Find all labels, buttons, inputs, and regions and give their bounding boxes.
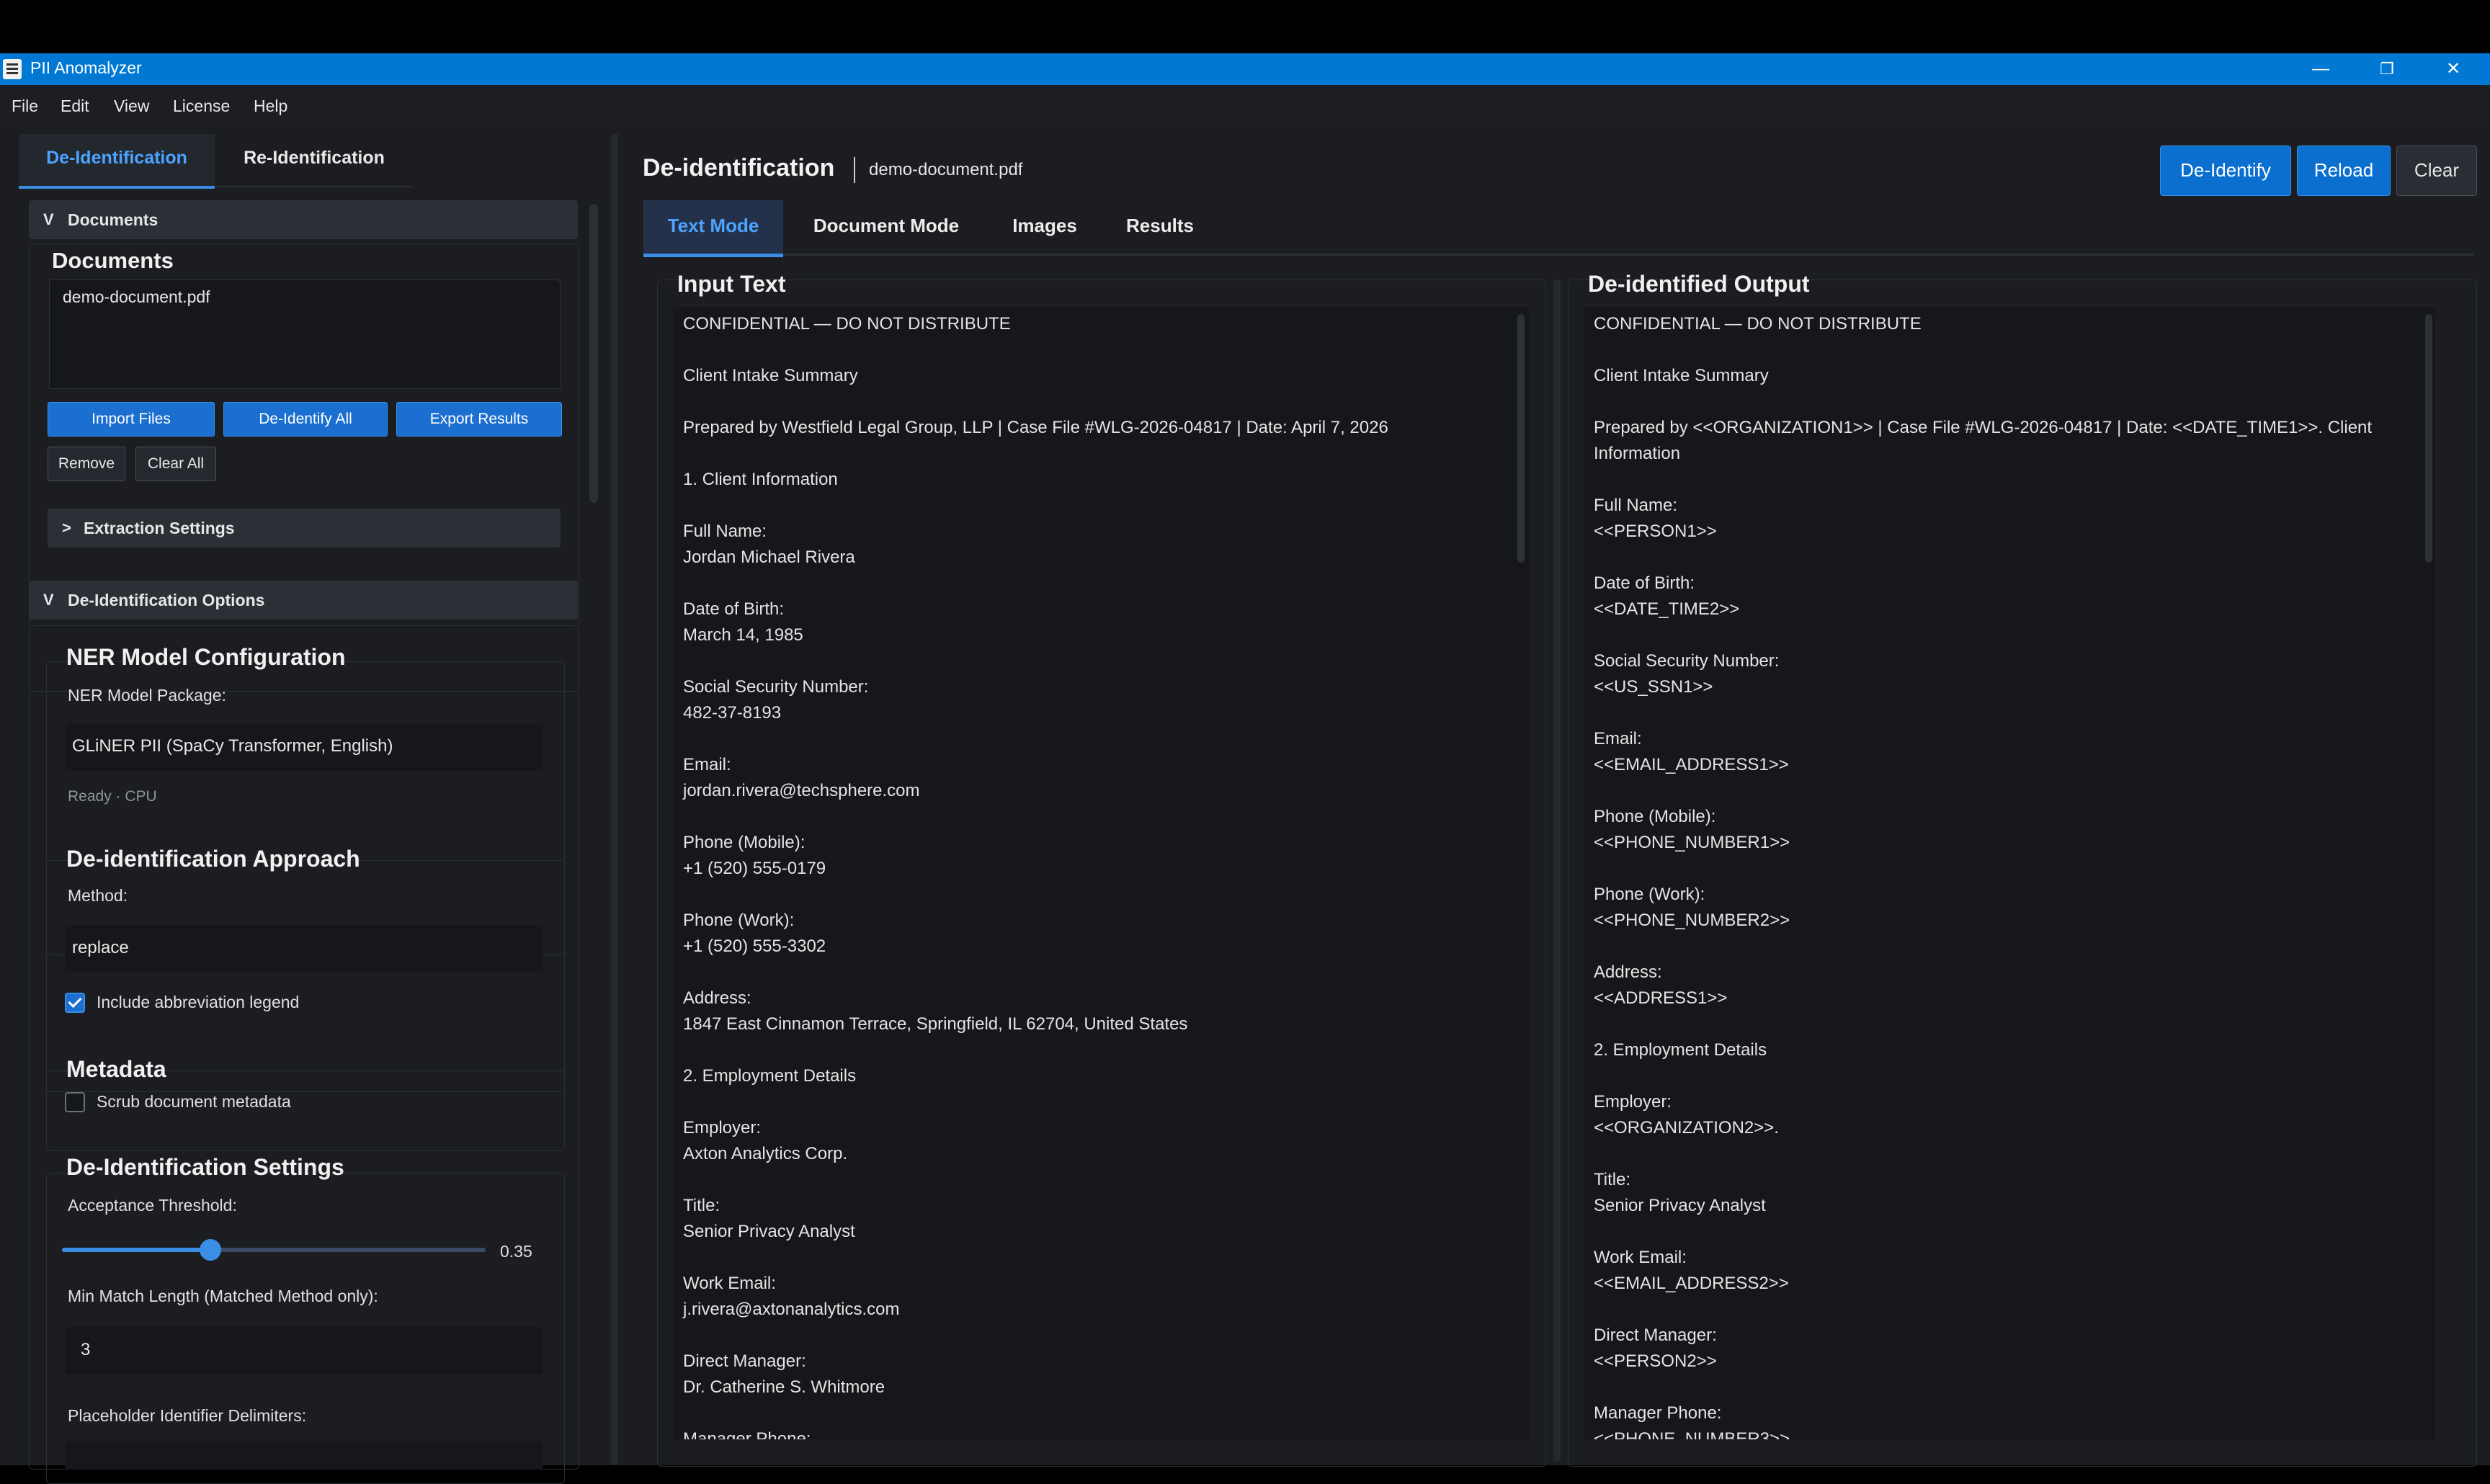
approach-heading: De-identification Approach [66,846,360,872]
title-separator [854,157,855,183]
method-label: Method: [68,886,128,905]
method-select[interactable]: replace [65,925,543,973]
menu-bar: File Edit View License Help [0,85,2490,128]
documents-heading: Documents [52,248,174,273]
documents-section-label: Documents [68,210,159,229]
ner-package-label: NER Model Package: [68,686,226,705]
threshold-slider-handle[interactable] [199,1239,221,1261]
tab-re-identification[interactable]: Re-Identification [215,134,414,187]
left-tab-bar: De-Identification Re-Identification [19,134,415,189]
documents-list[interactable]: demo-document.pdf [49,280,561,389]
output-text-area[interactable]: CONFIDENTIAL — DO NOT DISTRIBUTE Client … [1584,307,2435,1439]
input-text-heading: Input Text [677,271,786,297]
min-match-label: Min Match Length (Matched Method only): [68,1287,378,1305]
ner-model-select[interactable]: GLiNER PII (SpaCy Transformer, English) [65,723,543,771]
restore-button[interactable]: ❐ [2355,53,2419,85]
tab-document-mode[interactable]: Document Mode [790,200,983,256]
metadata-heading: Metadata [66,1056,166,1082]
deidentify-button[interactable]: De-Identify [2160,146,2291,196]
input-text-area[interactable]: CONFIDENTIAL — DO NOT DISTRIBUTE Client … [673,307,1529,1439]
reload-button[interactable]: Reload [2297,146,2391,196]
abbreviation-legend-label: Include abbreviation legend [97,993,300,1011]
export-results-button[interactable]: Export Results [396,402,562,437]
deid-settings-heading: De-Identification Settings [66,1154,344,1180]
tab-images[interactable]: Images [989,200,1101,256]
close-button[interactable]: ✕ [2421,53,2486,85]
output-scrollbar[interactable] [2425,314,2432,563]
deid-options-header[interactable]: V De-Identification Options [29,581,578,620]
scrub-metadata-label: Scrub document metadata [97,1092,291,1111]
main-area: De-Identification Re-Identification V Do… [0,128,2490,1484]
chevron-down-icon: V [43,210,54,228]
minimize-button[interactable]: — [2288,53,2353,85]
threshold-label: Acceptance Threshold: [68,1196,237,1215]
delimiters-select[interactable] [65,1441,543,1470]
threshold-slider[interactable] [62,1248,486,1252]
threshold-slider-fill [62,1248,210,1252]
left-panel-scrollbar[interactable] [589,204,598,503]
import-files-button[interactable]: Import Files [48,402,215,437]
menu-view[interactable]: View [114,97,149,116]
output-heading: De-identified Output [1588,271,1810,297]
abbreviation-legend-checkbox[interactable] [65,993,85,1013]
remove-button[interactable]: Remove [48,447,125,481]
menu-license[interactable]: License [173,97,230,116]
chevron-right-icon: > [62,519,71,537]
menu-edit[interactable]: Edit [61,97,89,116]
min-match-input[interactable]: 3 [65,1327,543,1375]
documents-section-header[interactable]: V Documents [29,200,578,239]
delimiters-label: Placeholder Identifier Delimiters: [68,1406,307,1425]
deidentify-all-button[interactable]: De-Identify All [223,402,388,437]
method-value: replace [72,938,129,957]
input-scrollbar[interactable] [1517,314,1525,563]
pane-splitter[interactable] [1553,280,1561,1461]
window-title: PII Anomalyzer [30,58,142,77]
min-match-value: 3 [81,1340,91,1359]
app-icon [3,59,22,79]
current-file-name: demo-document.pdf [869,160,1023,179]
panel-splitter[interactable] [611,134,618,1465]
input-text-content: CONFIDENTIAL — DO NOT DISTRIBUTE Client … [683,314,1388,1439]
scrub-metadata-checkbox[interactable] [65,1092,85,1112]
ner-model-value: GLiNER PII (SpaCy Transformer, English) [72,736,393,756]
extraction-settings-label: Extraction Settings [84,519,235,537]
menu-help[interactable]: Help [254,97,287,116]
window-titlebar: PII Anomalyzer — ❐ ✕ [0,53,2490,85]
tab-results[interactable]: Results [1107,200,1213,256]
chevron-down-icon: V [43,591,54,609]
list-item[interactable]: demo-document.pdf [63,287,210,307]
deid-options-label: De-Identification Options [68,591,265,609]
clear-button[interactable]: Clear [2396,146,2477,196]
tab-text-mode[interactable]: Text Mode [643,200,783,257]
extraction-settings-header[interactable]: > Extraction Settings [48,509,561,547]
threshold-value: 0.35 [500,1242,532,1261]
menu-file[interactable]: File [12,97,38,116]
ner-heading: NER Model Configuration [66,644,346,670]
output-text-content: CONFIDENTIAL — DO NOT DISTRIBUTE Client … [1594,314,2373,1439]
screen-top-bar [0,0,2490,53]
ner-status: Ready · CPU [68,788,157,805]
clear-all-button[interactable]: Clear All [135,447,216,481]
tab-de-identification[interactable]: De-Identification [19,134,215,189]
page-title: De-identification [643,154,835,182]
